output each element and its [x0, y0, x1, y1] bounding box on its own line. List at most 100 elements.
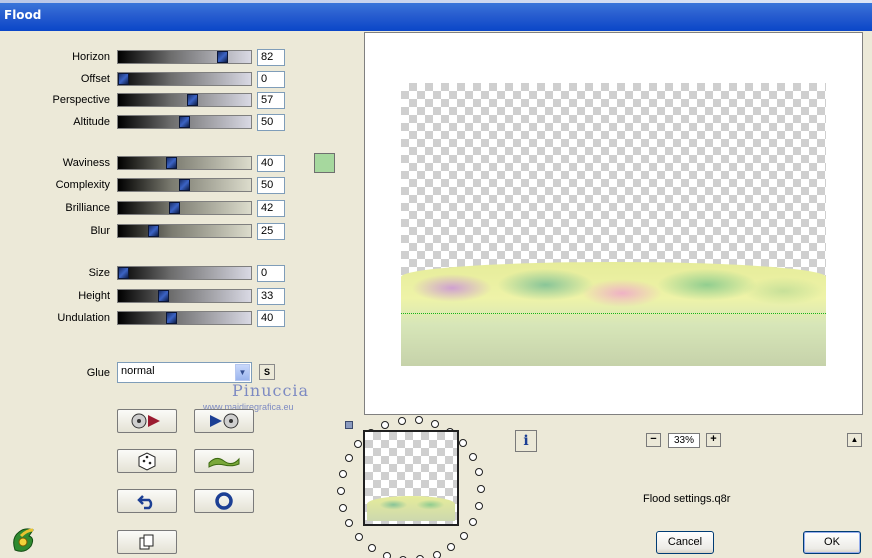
- perspective-label: Perspective: [52, 94, 110, 106]
- waviness-label: Waviness: [62, 157, 110, 169]
- navigator-dot[interactable]: [339, 504, 347, 512]
- brilliance-slider-thumb[interactable]: [169, 202, 180, 214]
- horizon-value-field[interactable]: 82: [257, 49, 285, 66]
- glue-lock-button[interactable]: S: [259, 364, 275, 380]
- reel-play-icon: [131, 413, 160, 429]
- horizon-slider[interactable]: [117, 50, 252, 64]
- navigator-dot[interactable]: [381, 421, 389, 429]
- copy-button[interactable]: [117, 530, 177, 554]
- altitude-label: Altitude: [73, 116, 110, 128]
- blur-slider[interactable]: [117, 224, 252, 238]
- navigator-dot[interactable]: [339, 470, 347, 478]
- navigator-dot[interactable]: [368, 544, 376, 552]
- wave-button[interactable]: [194, 449, 254, 473]
- navigator-dot[interactable]: [354, 440, 362, 448]
- play-reverse-button[interactable]: [117, 409, 177, 433]
- zoom-level: 33%: [668, 433, 700, 448]
- random-button[interactable]: [117, 449, 177, 473]
- undulation-label: Undulation: [57, 312, 110, 324]
- navigator-dot[interactable]: [469, 518, 477, 526]
- navigator-dot[interactable]: [447, 543, 455, 551]
- height-slider[interactable]: [117, 289, 252, 303]
- complexity-slider-thumb[interactable]: [179, 179, 190, 191]
- perspective-slider[interactable]: [117, 93, 252, 107]
- navigator-dot[interactable]: [460, 532, 468, 540]
- watermark-name: Pinuccia: [232, 381, 310, 400]
- settings-filename: Flood settings.q8r: [643, 493, 731, 505]
- offset-value-field[interactable]: 0: [257, 71, 285, 88]
- preview-image[interactable]: [401, 83, 826, 366]
- title-bar: Flood: [0, 0, 872, 31]
- offset-slider[interactable]: [117, 72, 252, 86]
- altitude-value-field[interactable]: 50: [257, 114, 285, 131]
- navigator-dot[interactable]: [459, 439, 467, 447]
- glue-select[interactable]: normal ▼: [117, 362, 252, 383]
- perspective-slider-thumb[interactable]: [187, 94, 198, 106]
- options-button[interactable]: [194, 489, 254, 513]
- offset-label: Offset: [80, 73, 110, 85]
- complexity-value-field[interactable]: 50: [257, 177, 285, 194]
- offset-slider-thumb[interactable]: [118, 73, 129, 85]
- reset-button[interactable]: [117, 489, 177, 513]
- brilliance-value-field[interactable]: 42: [257, 200, 285, 217]
- navigator-dot[interactable]: [475, 468, 483, 476]
- copy-page-icon: [139, 534, 154, 550]
- perspective-value-field[interactable]: 57: [257, 92, 285, 109]
- brilliance-slider[interactable]: [117, 201, 252, 215]
- navigator-dot[interactable]: [431, 420, 439, 428]
- navigator-dot[interactable]: [415, 416, 423, 424]
- altitude-slider-thumb[interactable]: [179, 116, 190, 128]
- horizon-line[interactable]: [401, 313, 826, 314]
- horizon-label: Horizon: [72, 51, 110, 63]
- flood-reflection: [401, 262, 826, 366]
- preview-panel[interactable]: [364, 32, 863, 415]
- navigator-preview[interactable]: [363, 430, 459, 526]
- size-slider-thumb[interactable]: [118, 267, 129, 279]
- navigator-dot[interactable]: [383, 552, 391, 558]
- navigator-dot[interactable]: [469, 453, 477, 461]
- blur-label: Blur: [90, 225, 110, 237]
- navigator-dot[interactable]: [398, 417, 406, 425]
- waviness-slider-thumb[interactable]: [166, 157, 177, 169]
- undulation-value-field[interactable]: 40: [257, 310, 285, 327]
- info-button[interactable]: i: [515, 430, 537, 452]
- title-bar-top-strip: [0, 0, 872, 3]
- play-reel-icon: [210, 413, 239, 429]
- size-value-field[interactable]: 0: [257, 265, 285, 282]
- navigator-dot[interactable]: [337, 487, 345, 495]
- navigator-handle[interactable]: [345, 421, 353, 429]
- blur-slider-thumb[interactable]: [148, 225, 159, 237]
- navigator-dot[interactable]: [433, 551, 441, 558]
- play-forward-button[interactable]: [194, 409, 254, 433]
- navigator-dot[interactable]: [475, 502, 483, 510]
- dice-icon: [138, 452, 156, 471]
- navigator-dot[interactable]: [355, 533, 363, 541]
- blur-value-field[interactable]: 25: [257, 223, 285, 240]
- cancel-button[interactable]: Cancel: [656, 531, 714, 554]
- height-value-field[interactable]: 33: [257, 288, 285, 305]
- horizon-slider-thumb[interactable]: [217, 51, 228, 63]
- zoom-in-button[interactable]: +: [706, 433, 721, 447]
- navigator-dot[interactable]: [345, 454, 353, 462]
- navigator-dot[interactable]: [345, 519, 353, 527]
- window-title: Flood: [4, 8, 42, 22]
- brilliance-label: Brilliance: [65, 202, 110, 214]
- collapse-button[interactable]: ▲: [847, 433, 862, 447]
- waviness-slider[interactable]: [117, 156, 252, 170]
- undulation-slider[interactable]: [117, 311, 252, 325]
- height-slider-thumb[interactable]: [158, 290, 169, 302]
- zoom-out-button[interactable]: −: [646, 433, 661, 447]
- ok-button[interactable]: OK: [803, 531, 861, 554]
- flood-color-swatch[interactable]: [314, 153, 335, 173]
- size-slider[interactable]: [117, 266, 252, 280]
- chevron-down-icon[interactable]: ▼: [235, 364, 250, 381]
- glue-select-value: normal: [121, 365, 155, 377]
- waviness-value-field[interactable]: 40: [257, 155, 285, 172]
- undulation-slider-thumb[interactable]: [166, 312, 177, 324]
- altitude-slider[interactable]: [117, 115, 252, 129]
- complexity-slider[interactable]: [117, 178, 252, 192]
- undo-arrow-icon: [137, 495, 153, 510]
- navigator-dot[interactable]: [477, 485, 485, 493]
- complexity-label: Complexity: [55, 179, 110, 191]
- chevron-up-icon: ▲: [850, 435, 859, 444]
